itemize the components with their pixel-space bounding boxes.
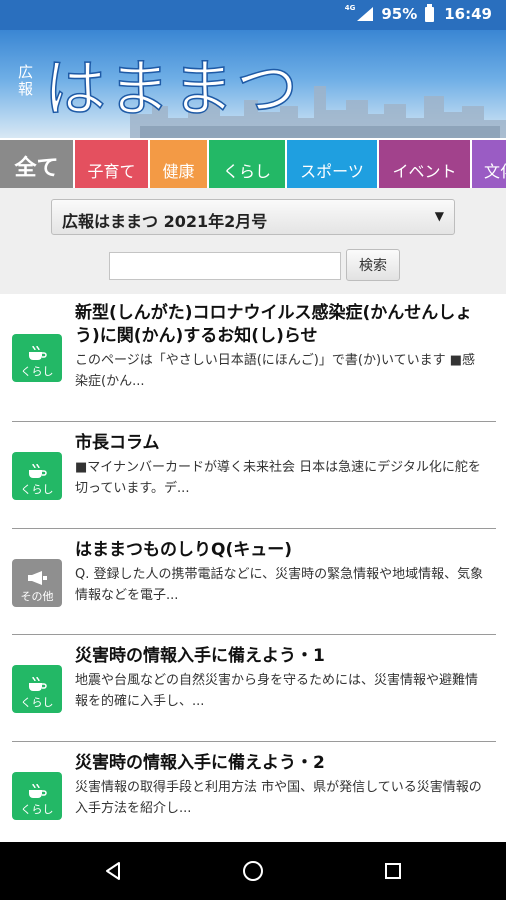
list-item[interactable]: その他 はままつものしりQ(キュー) Q. 登録した人の携帯電話などに、災害時の… [12, 529, 496, 635]
article-title: 災害時の情報入手に備えよう・1 [75, 646, 325, 666]
issue-select-value: 広報はままつ 2021年2月号 [62, 212, 268, 231]
back-icon [106, 862, 120, 880]
list-item[interactable]: くらし 災害時の情報入手に備えよう・1 地震や台風などの自然災害から身を守るため… [12, 635, 496, 742]
back-button[interactable] [98, 856, 128, 886]
app-logo: はままつ [43, 51, 301, 126]
list-item[interactable]: くらし 新型(しんがた)コロナウイルス感染症(かんせんしょう)に関(かん)するお… [12, 294, 496, 422]
tab-culture[interactable]: 文化 [472, 140, 506, 188]
recents-icon [385, 863, 401, 879]
tab-childcare[interactable]: 子育て [75, 140, 148, 188]
category-badge: くらし [12, 772, 62, 820]
cup-icon [29, 676, 47, 691]
signal-icon [357, 7, 374, 21]
tab-sports[interactable]: スポーツ [287, 140, 377, 188]
article-desc: 地震や台風などの自然災害から身を守るためには、災害情報や避難情報を的確に入手し、… [75, 673, 479, 709]
logo-subtitle: 広 報 [18, 63, 34, 98]
dropdown-caret-icon: ▼ [434, 209, 444, 223]
cup-icon [29, 783, 47, 798]
clock: 16:49 [444, 5, 492, 23]
category-badge: くらし [12, 452, 62, 500]
article-desc: 災害情報の取得手段と利用方法 市や国、県が発信している災害情報の入手方法を紹介し… [75, 780, 482, 816]
list-item[interactable]: くらし 市長コラム ■マイナンバーカードが導く未来社会 日本は急速にデジタル化に… [12, 422, 496, 529]
cup-icon [29, 345, 47, 360]
app-header: 広 報 はままつ [0, 30, 506, 138]
tab-all[interactable]: 全て [0, 140, 73, 188]
system-nav-bar [0, 842, 506, 900]
article-title: 災害時の情報入手に備えよう・2 [75, 753, 325, 773]
issue-select[interactable]: 広報はままつ 2021年2月号 ▼ [51, 199, 455, 235]
status-bar: 4G 95% 16:49 [0, 0, 506, 30]
article-title: はままつものしりQ(キュー) [75, 540, 292, 560]
home-icon [243, 861, 263, 881]
article-desc: ■マイナンバーカードが導く未来社会 日本は急速にデジタル化に舵を切っています。デ… [75, 460, 481, 496]
category-tabs: 全て 子育て 健康 くらし スポーツ イベント 文化 [0, 140, 506, 188]
tab-living[interactable]: くらし [209, 140, 285, 188]
category-badge: くらし [12, 334, 62, 382]
filter-panel: 広報はままつ 2021年2月号 ▼ 検索 [0, 188, 506, 294]
battery-percent: 95% [381, 5, 418, 23]
tab-health[interactable]: 健康 [150, 140, 207, 188]
megaphone-icon [28, 571, 47, 585]
home-button[interactable] [238, 856, 268, 886]
article-desc: Q. 登録した人の携帯電話などに、災害時の緊急情報や地域情報、気象情報などを電子… [75, 567, 484, 603]
category-badge: その他 [12, 559, 62, 607]
search-input[interactable] [109, 252, 341, 280]
recents-button[interactable] [378, 856, 408, 886]
battery-icon [425, 3, 435, 22]
tab-events[interactable]: イベント [379, 140, 470, 188]
cup-icon [29, 463, 47, 478]
article-title: 市長コラム [75, 433, 160, 453]
list-item[interactable]: くらし 災害時の情報入手に備えよう・2 災害情報の取得手段と利用方法 市や国、県… [12, 742, 496, 842]
network-type: 4G [344, 4, 356, 12]
article-desc: このページは「やさしい日本語(にほんご)」で書(か)いています ■感染症(かん.… [75, 353, 476, 389]
category-badge: くらし [12, 665, 62, 713]
search-button[interactable]: 検索 [346, 249, 400, 281]
article-title: 新型(しんがた)コロナウイルス感染症(かんせんしょう)に関(かん)するお知(し)… [75, 303, 473, 346]
